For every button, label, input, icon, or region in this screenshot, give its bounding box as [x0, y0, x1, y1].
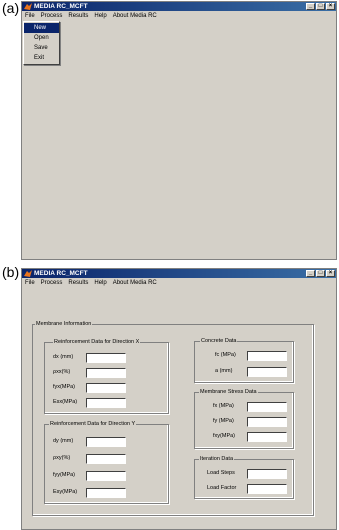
stress-title: Membrane Stress Data: [199, 389, 258, 396]
esy-label: Esy(MPa): [53, 489, 78, 495]
fxy-input[interactable]: [247, 432, 287, 442]
dx-label: dx (mm): [53, 354, 74, 360]
menu-item-exit[interactable]: Exit: [24, 53, 59, 63]
reinf-x-group: Reinforcement Data for Direction X dx (m…: [44, 339, 169, 414]
reinf-y-title: Reinforcement Data for Direction Y: [49, 421, 137, 428]
rhoy-label: ρxy(%): [53, 455, 71, 461]
rhox-label: ρxx(%): [53, 369, 71, 375]
fy-input[interactable]: [247, 417, 287, 427]
fy-label: fy (MPa): [213, 418, 234, 424]
load-factor-input[interactable]: [247, 484, 287, 494]
rhox-input[interactable]: [86, 368, 126, 378]
menu-process[interactable]: Process: [38, 279, 66, 288]
menu-process[interactable]: Process: [38, 12, 66, 21]
fxy-label: fxy(MPa): [213, 433, 235, 439]
maximize-button[interactable]: □: [316, 3, 325, 10]
window-b: MEDIA RC_MCFT _ □ × File Process Results…: [21, 268, 337, 530]
client-area: Membrane Information Reinforcement Data …: [22, 289, 336, 529]
dy-label: dy (mm): [53, 438, 74, 444]
window-title: MEDIA RC_MCFT: [34, 270, 88, 277]
panel-a-label: (a): [2, 0, 20, 16]
close-button[interactable]: ×: [326, 3, 335, 10]
menu-help[interactable]: Help: [91, 12, 109, 21]
reinf-y-group: Reinforcement Data for Direction Y dy (m…: [44, 421, 169, 504]
window-title: MEDIA RC_MCFT: [34, 3, 88, 10]
fyy-input[interactable]: [86, 471, 126, 481]
menu-bar: File Process Results Help About Media RC: [22, 12, 336, 21]
close-button[interactable]: ×: [326, 270, 335, 277]
menu-about[interactable]: About Media RC: [110, 279, 160, 288]
rhoy-input[interactable]: [86, 454, 126, 464]
menu-results[interactable]: Results: [65, 279, 91, 288]
file-dropdown: New Open Save Exit: [23, 21, 60, 65]
dx-input[interactable]: [86, 353, 126, 363]
minimize-button[interactable]: _: [306, 270, 315, 277]
fx-label: fx (MPa): [213, 403, 234, 409]
iteration-title: Iteration Data: [199, 456, 235, 463]
fc-input[interactable]: [247, 351, 287, 361]
load-steps-input[interactable]: [247, 469, 287, 479]
a-label: a (mm): [215, 368, 233, 374]
esx-input[interactable]: [86, 398, 126, 408]
maximize-button[interactable]: □: [316, 270, 325, 277]
menu-bar: File Process Results Help About Media RC: [22, 279, 336, 288]
reinf-x-title: Reinforcement Data for Direction X: [53, 339, 141, 346]
panel-b-label: (b): [2, 264, 20, 280]
matlab-icon: [24, 3, 32, 10]
fyx-label: fyx(MPa): [53, 384, 75, 390]
esy-input[interactable]: [86, 488, 126, 498]
concrete-title: Concrete Data: [200, 338, 238, 345]
menu-help[interactable]: Help: [91, 279, 109, 288]
menu-file[interactable]: File: [22, 12, 38, 21]
matlab-icon: [24, 270, 32, 277]
stress-group: Membrane Stress Data fx (MPa) fy (MPa) f…: [194, 389, 294, 449]
title-bar: MEDIA RC_MCFT _ □ ×: [22, 2, 336, 11]
client-area: [22, 22, 336, 259]
menu-item-open[interactable]: Open: [24, 33, 59, 43]
title-bar: MEDIA RC_MCFT _ □ ×: [22, 269, 336, 278]
menu-item-save[interactable]: Save: [24, 43, 59, 53]
dy-input[interactable]: [86, 437, 126, 447]
esx-label: Esx(MPa): [53, 399, 78, 405]
load-steps-label: Load Steps: [207, 470, 235, 476]
fyx-input[interactable]: [86, 383, 126, 393]
menu-file[interactable]: File: [22, 279, 38, 288]
window-a: MEDIA RC_MCFT _ □ × File Process Results…: [21, 1, 337, 260]
menu-item-new[interactable]: New: [24, 23, 59, 33]
a-input[interactable]: [247, 367, 287, 377]
minimize-button[interactable]: _: [306, 3, 315, 10]
load-factor-label: Load Factor: [207, 485, 237, 491]
fc-label: fc (MPa): [215, 352, 236, 358]
concrete-group: Concrete Data fc (MPa) a (mm): [194, 338, 294, 383]
menu-about[interactable]: About Media RC: [110, 12, 160, 21]
iteration-group: Iteration Data Load Steps Load Factor: [194, 456, 294, 499]
menu-results[interactable]: Results: [65, 12, 91, 21]
fyy-label: fyy(MPa): [53, 472, 75, 478]
membrane-info-title: Membrane Information: [35, 321, 93, 328]
fx-input[interactable]: [247, 402, 287, 412]
